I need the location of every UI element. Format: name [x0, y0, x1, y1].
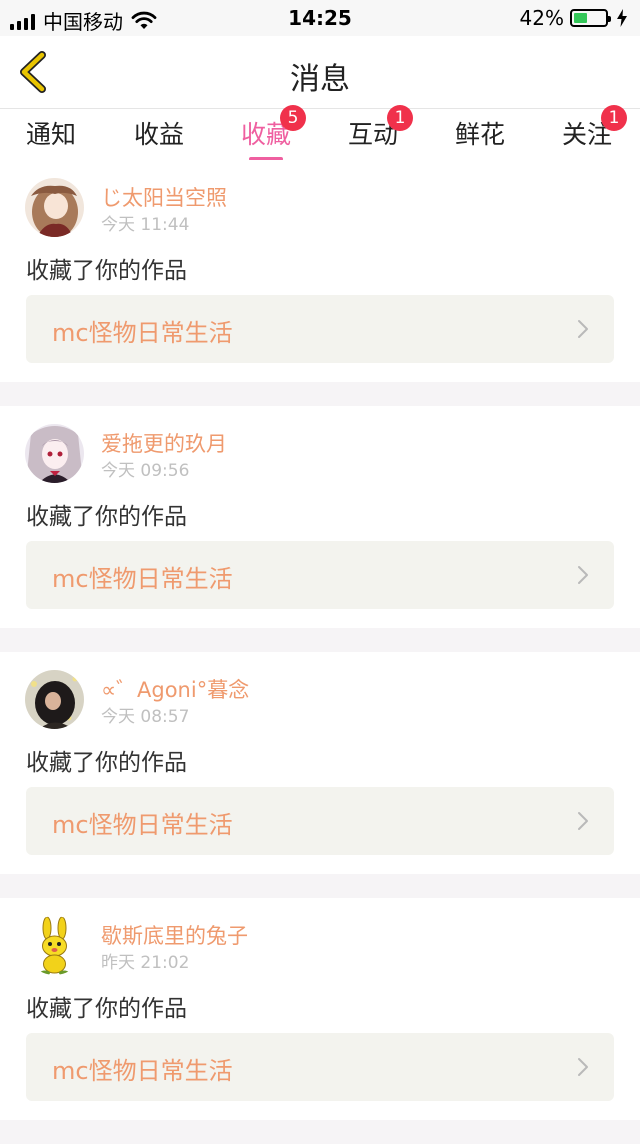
work-title: mc怪物日常生活: [52, 811, 233, 839]
tab-badge: 1: [387, 105, 413, 131]
message-text: 收藏了你的作品: [26, 258, 187, 284]
timestamp: 今天 08:57: [101, 707, 190, 727]
chevron-right-icon: [578, 320, 588, 338]
avatar-image: [25, 424, 84, 483]
tab-following[interactable]: 关注 1: [547, 105, 627, 151]
message-text: 收藏了你的作品: [26, 750, 187, 776]
tab-favorites[interactable]: 收藏 5: [226, 105, 306, 161]
status-right: 42%: [520, 6, 628, 30]
avatar-image: [25, 178, 84, 237]
work-link[interactable]: mc怪物日常生活: [26, 1033, 614, 1101]
message-list: じ太阳当空照 今天 11:44 收藏了你的作品 mc怪物日常生活 爱拖更的玖月: [0, 160, 640, 1144]
battery-level: [574, 13, 587, 23]
avatar[interactable]: [25, 424, 84, 483]
avatar[interactable]: [25, 178, 84, 237]
tab-interactions[interactable]: 互动 1: [333, 105, 413, 151]
charging-icon: [617, 9, 627, 27]
username[interactable]: 歇斯底里的兔子: [101, 920, 248, 950]
message-card: じ太阳当空照 今天 11:44 收藏了你的作品 mc怪物日常生活: [0, 160, 640, 382]
tab-flowers[interactable]: 鲜花: [440, 115, 520, 151]
tab-notifications[interactable]: 通知: [11, 115, 91, 151]
chevron-right-icon: [578, 812, 588, 830]
avatar-image: [25, 916, 84, 975]
tab-bar: 通知 收益 收藏 5 互动 1 鲜花 关注 1: [0, 105, 640, 161]
username[interactable]: 爱拖更的玖月: [101, 428, 227, 458]
work-title: mc怪物日常生活: [52, 1057, 233, 1085]
tab-label: 鲜花: [454, 120, 505, 149]
message-card: 爱拖更的玖月 今天 09:56 收藏了你的作品 mc怪物日常生活: [0, 406, 640, 628]
work-link[interactable]: mc怪物日常生活: [26, 787, 614, 855]
work-title: mc怪物日常生活: [52, 565, 233, 593]
tab-badge: 1: [601, 105, 627, 131]
status-bar: 中国移动 14:25 42%: [0, 0, 640, 36]
card-separator: [0, 874, 640, 898]
username[interactable]: ∝゛Agoni°暮念: [101, 674, 249, 704]
work-link[interactable]: mc怪物日常生活: [26, 541, 614, 609]
page-title: 消息: [290, 62, 350, 97]
timestamp: 今天 09:56: [101, 461, 190, 481]
timestamp: 今天 11:44: [101, 215, 190, 235]
battery-percent: 42%: [519, 6, 564, 30]
avatar[interactable]: [25, 670, 84, 729]
card-separator: [0, 1120, 640, 1144]
avatar[interactable]: [25, 916, 84, 975]
card-separator: [0, 628, 640, 652]
card-separator: [0, 382, 640, 406]
tab-badge: 5: [280, 105, 306, 131]
timestamp: 昨天 21:02: [101, 953, 190, 973]
avatar-image: [25, 670, 84, 729]
message-card: 歇斯底里的兔子 昨天 21:02 收藏了你的作品 mc怪物日常生活: [0, 898, 640, 1120]
work-title: mc怪物日常生活: [52, 319, 233, 347]
username[interactable]: じ太阳当空照: [101, 182, 227, 212]
message-text: 收藏了你的作品: [26, 996, 187, 1022]
message-text: 收藏了你的作品: [26, 504, 187, 530]
message-card: ∝゛Agoni°暮念 今天 08:57 收藏了你的作品 mc怪物日常生活: [0, 652, 640, 874]
tab-label: 收益: [133, 120, 184, 149]
header-bar: 消息: [0, 36, 640, 109]
chevron-right-icon: [578, 1058, 588, 1076]
tab-earnings[interactable]: 收益: [119, 115, 199, 151]
chevron-right-icon: [578, 566, 588, 584]
battery-icon: [570, 9, 611, 27]
tab-label: 通知: [25, 120, 76, 149]
work-link[interactable]: mc怪物日常生活: [26, 295, 614, 363]
